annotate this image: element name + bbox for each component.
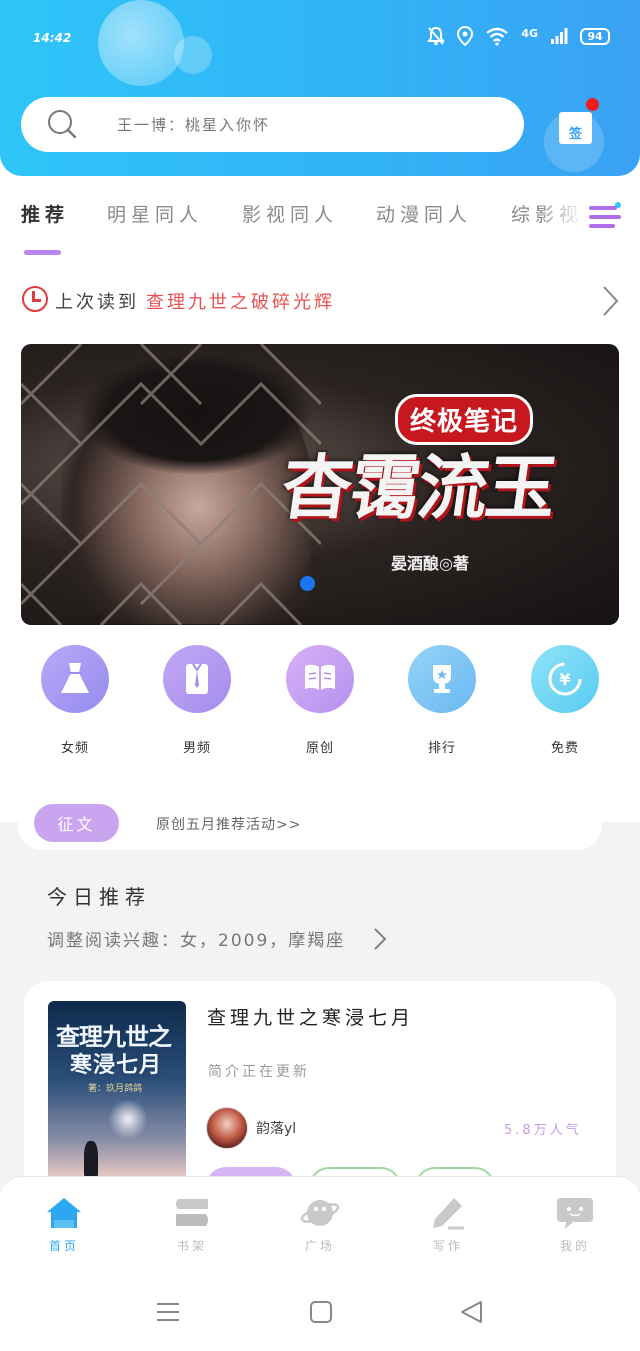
dress-icon xyxy=(41,645,109,713)
entry-label: 男频 xyxy=(182,741,211,756)
category-menu-icon[interactable] xyxy=(589,202,621,232)
tab-anime-fanfic[interactable]: 动漫同人 xyxy=(376,200,472,227)
chat-bubble-icon xyxy=(555,1195,595,1231)
tab-celebrity-fanfic[interactable]: 明星同人 xyxy=(107,200,203,227)
promo-banner[interactable]: 终极笔记 杳霭流玉 晏酒酿◎著 xyxy=(21,344,619,625)
book-author[interactable]: 韵落yl xyxy=(256,1118,296,1138)
quick-entries: 女频 男频 原创 排行 ¥ 免费 xyxy=(0,645,640,765)
app-header: 14:42 4G 94 王一博：桃星入你怀 签 xyxy=(0,0,640,176)
book-title[interactable]: 查理九世之寒浸七月 xyxy=(207,1003,414,1030)
entry-male-channel[interactable]: 男频 xyxy=(157,645,237,756)
reading-interest-link[interactable]: 调整阅读兴趣：女，2009，摩羯座 xyxy=(47,926,345,951)
nav-label: 书架 xyxy=(176,1239,207,1253)
bottom-nav: 首页 书架 广场 写作 我的 xyxy=(0,1176,640,1276)
notice-tag: 征文 xyxy=(34,804,119,842)
entry-label: 排行 xyxy=(427,741,456,756)
cover-moon xyxy=(108,1099,148,1139)
tab-recommend[interactable]: 推荐 xyxy=(21,200,69,227)
nav-label: 我的 xyxy=(559,1239,590,1253)
avatar[interactable] xyxy=(206,1107,248,1149)
entry-label: 女频 xyxy=(60,741,89,756)
cover-title-line2: 寒浸七月 xyxy=(70,1052,163,1078)
trophy-icon xyxy=(408,645,476,713)
entry-label: 免费 xyxy=(550,741,579,756)
shirt-icon xyxy=(163,645,231,713)
pen-icon xyxy=(428,1195,468,1231)
system-nav-bar xyxy=(0,1276,640,1351)
yuan-coin-icon: ¥ xyxy=(531,645,599,713)
banner-chainlink-pattern xyxy=(21,344,321,625)
nav-bookshelf[interactable]: 书架 xyxy=(152,1195,232,1254)
entry-ranking[interactable]: 排行 xyxy=(402,645,482,756)
gift-icon: 签 xyxy=(559,112,592,144)
nav-label: 写作 xyxy=(432,1239,463,1253)
status-time: 14:42 xyxy=(33,31,72,45)
cover-figure xyxy=(84,1141,98,1177)
notice-bar[interactable]: 征文 原创五月推荐活动>> xyxy=(18,800,602,850)
bookshelf-icon xyxy=(172,1195,212,1231)
banner-title: 杳霭流玉 xyxy=(276,446,561,529)
entry-original[interactable]: 原创 xyxy=(280,645,360,756)
location-icon xyxy=(457,26,474,46)
carousel-indicator[interactable] xyxy=(300,576,315,591)
wifi-icon xyxy=(486,27,509,46)
network-type: 4G xyxy=(521,26,538,40)
nav-home[interactable]: 首页 xyxy=(24,1195,104,1254)
book-cover[interactable]: 查理九世之 寒浸七月 著：玖月鸽鸽 xyxy=(48,1001,186,1201)
chevron-right-icon xyxy=(374,928,387,950)
category-tabs: 推荐 明星同人 影视同人 动漫同人 综影视 xyxy=(0,196,640,255)
banner-author: 晏酒酿◎著 xyxy=(391,554,469,573)
nav-plaza[interactable]: 广场 xyxy=(280,1195,360,1254)
status-icons: 4G 94 xyxy=(427,26,610,46)
active-tab-indicator xyxy=(24,250,61,255)
last-read-bar[interactable]: 上次读到 查理九世之破碎光辉 xyxy=(22,285,620,316)
recent-apps-icon[interactable] xyxy=(156,1300,180,1324)
entry-female-channel[interactable]: 女频 xyxy=(35,645,115,756)
nav-label: 首页 xyxy=(48,1239,79,1253)
planet-icon xyxy=(300,1195,340,1231)
chevron-right-icon xyxy=(603,286,619,316)
entry-free[interactable]: ¥ 免费 xyxy=(525,645,605,756)
bell-muted-icon xyxy=(427,26,446,46)
search-bar[interactable]: 王一博：桃星入你怀 xyxy=(21,97,524,152)
home-square-icon[interactable] xyxy=(309,1300,333,1324)
nav-mine[interactable]: 我的 xyxy=(535,1195,615,1254)
notification-dot xyxy=(586,98,599,111)
last-read-title[interactable]: 查理九世之破碎光辉 xyxy=(146,288,335,314)
last-read-prefix: 上次读到 xyxy=(55,292,139,313)
notice-text[interactable]: 原创五月推荐活动>> xyxy=(156,814,301,834)
clock-icon xyxy=(22,286,48,312)
tab-film-fanfic[interactable]: 影视同人 xyxy=(242,200,338,227)
search-placeholder: 王一博：桃星入你怀 xyxy=(117,116,271,134)
section-title: 今日推荐 xyxy=(47,885,151,909)
cover-author: 著：玖月鸽鸽 xyxy=(88,1084,143,1094)
decorative-bubble xyxy=(98,0,184,86)
entry-label: 原创 xyxy=(305,741,334,756)
back-triangle-icon[interactable] xyxy=(459,1300,483,1324)
search-icon xyxy=(48,110,77,139)
nav-label: 广场 xyxy=(304,1239,335,1253)
book-description: 简介正在更新 xyxy=(208,1064,310,1080)
signal-icon xyxy=(551,28,568,44)
book-icon xyxy=(286,645,354,713)
nav-write[interactable]: 写作 xyxy=(408,1195,488,1254)
daily-signin-button[interactable]: 签 xyxy=(544,94,604,172)
home-icon xyxy=(44,1195,84,1231)
popularity-count: 5.8万人气 xyxy=(504,1123,582,1138)
battery-indicator: 94 xyxy=(580,27,610,45)
decorative-bubble-small xyxy=(174,36,212,74)
svg-text:¥: ¥ xyxy=(559,670,570,689)
